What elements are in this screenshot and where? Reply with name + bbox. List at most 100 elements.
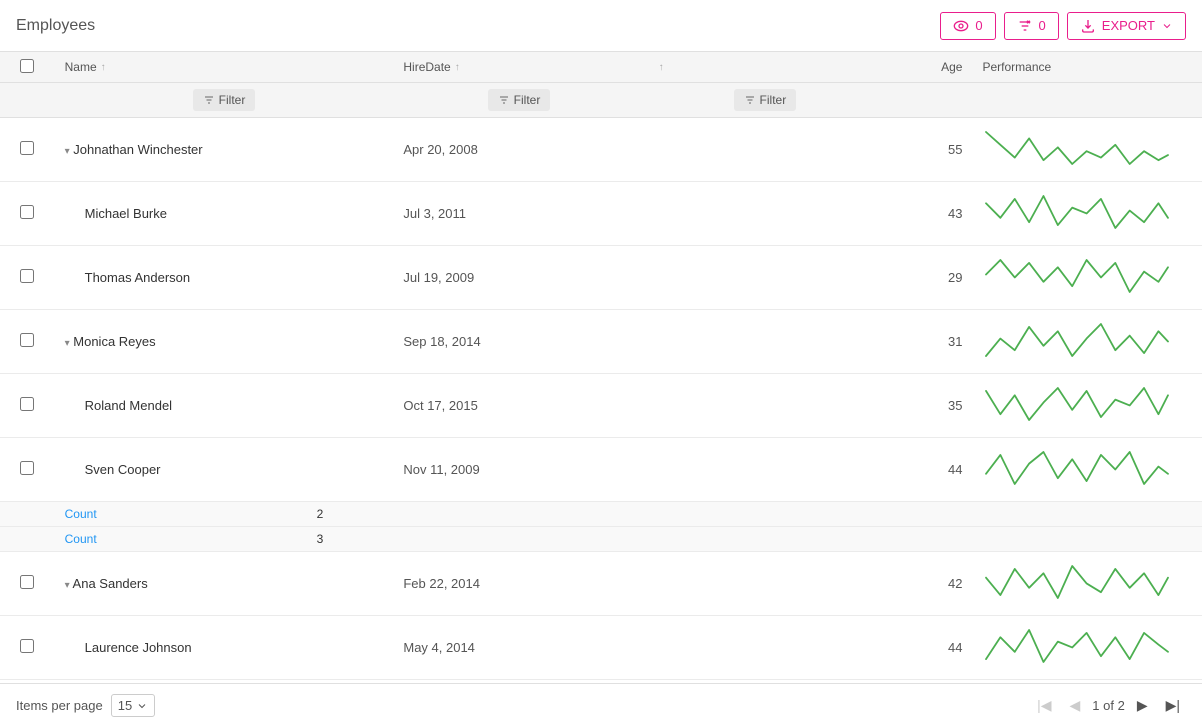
row-col3-cell: [645, 310, 885, 374]
expand-icon[interactable]: ▾: [65, 146, 70, 157]
employees-table: Name ↑ HireDate ↑ ↑: [0, 52, 1202, 683]
row-checkbox[interactable]: [20, 575, 34, 589]
count-label: Count: [65, 532, 97, 546]
row-age-cell: 44: [885, 438, 972, 502]
row-name-cell: ▾ Ana Sanders: [55, 552, 394, 616]
table-wrapper: Name ↑ HireDate ↑ ↑: [0, 52, 1202, 683]
row-checkbox[interactable]: [20, 397, 34, 411]
row-performance-cell: [972, 438, 1202, 502]
row-col3-cell: [645, 438, 885, 502]
items-per-page-section: Items per page 15: [16, 694, 155, 717]
select-all-checkbox[interactable]: [20, 59, 34, 73]
table-body: ▾ Johnathan Winchester Apr 20, 2008 55 M…: [0, 118, 1202, 684]
filter-x-icon: [1017, 18, 1033, 34]
row-checkbox-cell: [0, 310, 55, 374]
table-row: Laurence Johnson May 4, 2014 44: [0, 616, 1202, 680]
row-checkbox[interactable]: [20, 333, 34, 347]
row-name: Michael Burke: [65, 206, 167, 221]
row-checkbox-cell: [0, 616, 55, 680]
row-checkbox-cell: [0, 552, 55, 616]
row-col3-cell: [645, 374, 885, 438]
sparkline-chart: [982, 384, 1172, 424]
row-name: Laurence Johnson: [65, 640, 192, 655]
next-page-button[interactable]: ▶: [1131, 695, 1154, 716]
page-title: Employees: [16, 17, 95, 35]
count-cell5: [972, 502, 1202, 527]
row-age-cell: 55: [885, 118, 972, 182]
count-empty-cell: [0, 527, 55, 552]
row-checkbox[interactable]: [20, 205, 34, 219]
sparkline-chart: [982, 256, 1172, 296]
th-performance: Performance: [972, 52, 1202, 83]
row-hiredate-cell: Sep 18, 2014: [393, 310, 644, 374]
filter-hiredate-button[interactable]: Filter: [488, 89, 551, 111]
filter-name-button[interactable]: Filter: [193, 89, 256, 111]
page-header: Employees 0 0 EXPORT: [0, 0, 1202, 52]
row-name-cell: Michael Burke: [55, 182, 394, 246]
chevron-down-icon: [1161, 20, 1173, 32]
row-name: ▾ Johnathan Winchester: [65, 142, 203, 157]
th-name[interactable]: Name ↑: [55, 52, 394, 83]
count-label: Count: [65, 507, 97, 521]
row-checkbox[interactable]: [20, 461, 34, 475]
per-page-value: 15: [118, 698, 132, 713]
row-performance-cell: [972, 374, 1202, 438]
per-page-chevron-icon: [136, 700, 148, 712]
row-age-cell: 43: [885, 182, 972, 246]
row-col3-cell: [645, 552, 885, 616]
header-actions: 0 0 EXPORT: [940, 12, 1186, 40]
count-value: 3: [317, 532, 324, 546]
sparkline-chart: [982, 448, 1172, 488]
th-checkbox: [0, 52, 55, 83]
per-page-select[interactable]: 15: [111, 694, 155, 717]
count-label-cell: Count 2: [55, 502, 394, 527]
row-performance-cell: [972, 616, 1202, 680]
table-row: ▾ Johnathan Winchester Apr 20, 2008 55: [0, 118, 1202, 182]
prev-page-button[interactable]: ◀: [1064, 695, 1087, 716]
expand-icon[interactable]: ▾: [65, 338, 70, 349]
last-page-button[interactable]: ▶|: [1160, 695, 1186, 716]
th-col3[interactable]: ↑: [645, 52, 885, 83]
row-col3-cell: [645, 616, 885, 680]
filter-col3-button[interactable]: Filter: [734, 89, 797, 111]
row-col3-cell: [645, 182, 885, 246]
first-page-button[interactable]: |◀: [1031, 695, 1057, 716]
row-hiredate-cell: Jul 19, 2009: [393, 246, 644, 310]
row-performance-cell: [972, 552, 1202, 616]
count-cell4: [885, 527, 972, 552]
row-checkbox[interactable]: [20, 141, 34, 155]
row-name-cell: Laurence Johnson: [55, 616, 394, 680]
export-label: EXPORT: [1102, 18, 1155, 33]
row-checkbox-cell: [0, 246, 55, 310]
th-age[interactable]: Age: [885, 52, 972, 83]
row-checkbox-cell: [0, 182, 55, 246]
count-cell2: [393, 527, 644, 552]
export-button[interactable]: EXPORT: [1067, 12, 1186, 40]
row-hiredate-cell: Jul 3, 2011: [393, 182, 644, 246]
th-hiredate[interactable]: HireDate ↑: [393, 52, 644, 83]
visibility-button[interactable]: 0: [940, 12, 995, 40]
sparkline-chart: [982, 562, 1172, 602]
count-value: 2: [317, 507, 324, 521]
row-name: Roland Mendel: [65, 398, 172, 413]
expand-icon[interactable]: ▾: [65, 580, 70, 591]
filter-checkbox-cell: [0, 83, 55, 118]
count-cell2: [393, 502, 644, 527]
sort-hiredate-icon: ↑: [455, 62, 460, 73]
table-row: ▾ Monica Reyes Sep 18, 2014 31: [0, 310, 1202, 374]
count-label-cell: Count 3: [55, 527, 394, 552]
visibility-count: 0: [975, 18, 982, 33]
row-checkbox[interactable]: [20, 639, 34, 653]
sort-name-icon: ↑: [101, 62, 106, 73]
row-checkbox[interactable]: [20, 269, 34, 283]
filter-active-button[interactable]: 0: [1004, 12, 1059, 40]
row-name-cell: ▾ Monica Reyes: [55, 310, 394, 374]
items-per-page-label: Items per page: [16, 698, 103, 713]
filter-row: Filter Filter: [0, 83, 1202, 118]
row-checkbox-cell: [0, 374, 55, 438]
filter-icon3: [744, 94, 756, 106]
filter-name-cell: Filter: [55, 83, 394, 118]
row-name: Sven Cooper: [65, 462, 161, 477]
row-name-cell: Thomas Anderson: [55, 246, 394, 310]
export-icon: [1080, 18, 1096, 34]
